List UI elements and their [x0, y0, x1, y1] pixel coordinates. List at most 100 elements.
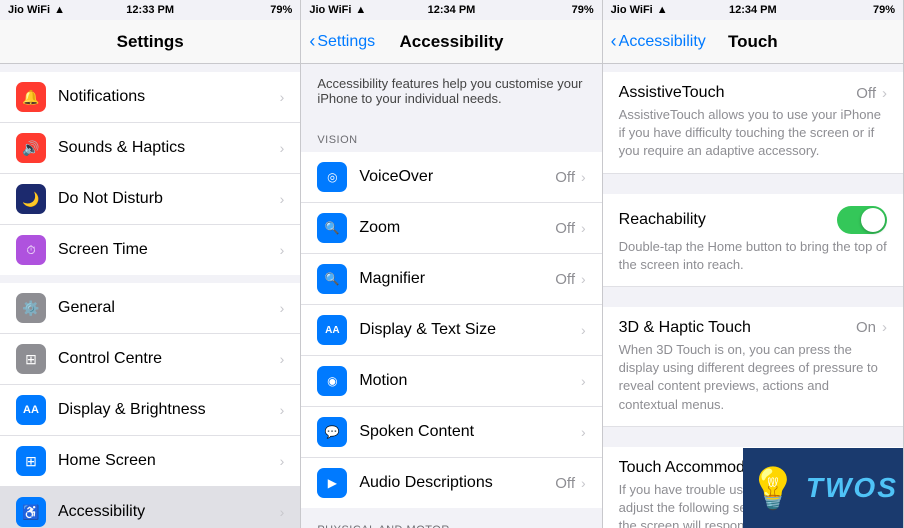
reachability-label: Reachability: [619, 211, 706, 229]
nav-title-3: Touch: [728, 32, 778, 52]
reachability-desc: Double-tap the Home button to bring the …: [619, 238, 887, 274]
spoken-label: Spoken Content: [359, 423, 581, 441]
settings-item-controlcentre[interactable]: ⊞ Control Centre ›: [0, 334, 300, 385]
voiceover-value: Off: [555, 169, 575, 186]
chevron-notifications: ›: [280, 89, 285, 105]
back-label-3: Accessibility: [619, 33, 706, 51]
chevron-screentime: ›: [280, 242, 285, 258]
settings-item-donotdisturb[interactable]: 🌙 Do Not Disturb ›: [0, 174, 300, 225]
status-right-1: 79%: [270, 4, 292, 16]
chevron-displaytext: ›: [581, 322, 586, 338]
chevron-zoom: ›: [581, 220, 586, 236]
battery-3: 79%: [873, 4, 895, 16]
screentime-label: Screen Time: [58, 241, 280, 259]
motion-label: Motion: [359, 372, 581, 390]
3dhaptic-item[interactable]: 3D & Haptic Touch On › When 3D Touch is …: [603, 307, 903, 427]
back-chevron-3: ‹: [611, 31, 617, 52]
assistivetouch-group: AssistiveTouch Off › AssistiveTouch allo…: [603, 72, 903, 174]
3dhaptic-value: On: [856, 319, 876, 336]
zoom-value: Off: [555, 220, 575, 237]
donotdisturb-label: Do Not Disturb: [58, 190, 280, 208]
accessibility-icon: ♿: [16, 497, 46, 527]
accessibility-label: Accessibility: [58, 503, 280, 521]
assistivetouch-value-wrap: Off ›: [856, 85, 887, 102]
settings-item-screentime[interactable]: ⏱ Screen Time ›: [0, 225, 300, 275]
controlcentre-label: Control Centre: [58, 350, 280, 368]
back-chevron-2: ‹: [309, 31, 315, 52]
sounds-icon: 🔊: [16, 133, 46, 163]
accessibility-item-spoken[interactable]: 💬 Spoken Content ›: [301, 407, 601, 458]
displaytext-icon: AA: [317, 315, 347, 345]
reachability-group: Reachability Double-tap the Home button …: [603, 194, 903, 287]
back-button-2[interactable]: ‹ Settings: [309, 31, 375, 52]
settings-group-1: 🔔 Notifications › 🔊 Sounds & Haptics › 🌙…: [0, 72, 300, 275]
controlcentre-icon: ⊞: [16, 344, 46, 374]
general-icon: ⚙️: [16, 293, 46, 323]
time-2: 12:34 PM: [428, 4, 476, 16]
audiodesc-icon: ▶: [317, 468, 347, 498]
chevron-display: ›: [280, 402, 285, 418]
back-label-2: Settings: [317, 33, 375, 51]
watermark-bulb-icon: 💡: [748, 465, 798, 512]
assistivetouch-desc: AssistiveTouch allows you to use your iP…: [619, 106, 887, 161]
settings-item-sounds[interactable]: 🔊 Sounds & Haptics ›: [0, 123, 300, 174]
spoken-icon: 💬: [317, 417, 347, 447]
audiodesc-value: Off: [555, 475, 575, 492]
time-3: 12:34 PM: [729, 4, 777, 16]
chevron-controlcentre: ›: [280, 351, 285, 367]
accessibility-item-displaytext[interactable]: AA Display & Text Size ›: [301, 305, 601, 356]
accessibility-item-motion[interactable]: ◉ Motion ›: [301, 356, 601, 407]
accessibility-item-voiceover[interactable]: ◎ VoiceOver Off ›: [301, 152, 601, 203]
display-icon: AA: [16, 395, 46, 425]
battery-2: 79%: [572, 4, 594, 16]
chevron-sounds: ›: [280, 140, 285, 156]
settings-item-accessibility[interactable]: ♿ Accessibility ›: [0, 487, 300, 528]
screentime-icon: ⏱: [16, 235, 46, 265]
reachability-knob: [861, 208, 885, 232]
accessibility-description: Accessibility features help you customis…: [301, 64, 601, 118]
chevron-voiceover: ›: [581, 169, 586, 185]
status-right-3: 79%: [873, 4, 895, 16]
nav-title-2: Accessibility: [400, 32, 504, 52]
voiceover-icon: ◎: [317, 162, 347, 192]
zoom-label: Zoom: [359, 219, 555, 237]
homescreen-icon: ⊞: [16, 446, 46, 476]
physical-header: PHYSICAL AND MOTOR: [301, 508, 601, 528]
magnifier-icon: 🔍: [317, 264, 347, 294]
nav-title-1: Settings: [117, 32, 184, 52]
watermark-text: TWOS: [806, 472, 898, 504]
homescreen-label: Home Screen: [58, 452, 280, 470]
accessibility-item-magnifier[interactable]: 🔍 Magnifier Off ›: [301, 254, 601, 305]
settings-item-general[interactable]: ⚙️ General ›: [0, 283, 300, 334]
assistivetouch-item[interactable]: AssistiveTouch Off › AssistiveTouch allo…: [603, 72, 903, 174]
accessibility-panel: Jio WiFi ▲ 12:34 PM 79% ‹ Settings Acces…: [301, 0, 602, 528]
display-label: Display & Brightness: [58, 401, 280, 419]
settings-group-2: ⚙️ General › ⊞ Control Centre › AA Displ…: [0, 283, 300, 528]
status-bar-3: Jio WiFi ▲ 12:34 PM 79%: [603, 0, 903, 20]
accessibility-item-audiodesc[interactable]: ▶ Audio Descriptions Off ›: [301, 458, 601, 508]
3dhaptic-value-wrap: On ›: [856, 319, 887, 336]
chevron-spoken: ›: [581, 424, 586, 440]
reachability-toggle[interactable]: [837, 206, 887, 234]
nav-bar-3: ‹ Accessibility Touch: [603, 20, 903, 64]
settings-item-notifications[interactable]: 🔔 Notifications ›: [0, 72, 300, 123]
carrier-3: Jio WiFi: [611, 4, 653, 16]
chevron-accessibility: ›: [280, 504, 285, 520]
magnifier-label: Magnifier: [359, 270, 555, 288]
3dhaptic-group: 3D & Haptic Touch On › When 3D Touch is …: [603, 307, 903, 427]
wifi-icon-2: ▲: [355, 4, 366, 16]
carrier-1: Jio WiFi: [8, 4, 50, 16]
accessibility-list: Accessibility features help you customis…: [301, 64, 601, 528]
carrier-2: Jio WiFi: [309, 4, 351, 16]
back-button-3[interactable]: ‹ Accessibility: [611, 31, 706, 52]
wifi-icon-3: ▲: [657, 4, 668, 16]
notifications-label: Notifications: [58, 88, 280, 106]
settings-item-display[interactable]: AA Display & Brightness ›: [0, 385, 300, 436]
3dhaptic-label: 3D & Haptic Touch: [619, 319, 751, 337]
status-left-3: Jio WiFi ▲: [611, 4, 668, 16]
settings-list: 🔔 Notifications › 🔊 Sounds & Haptics › 🌙…: [0, 64, 300, 528]
chevron-general: ›: [280, 300, 285, 316]
accessibility-item-zoom[interactable]: 🔍 Zoom Off ›: [301, 203, 601, 254]
settings-item-homescreen[interactable]: ⊞ Home Screen ›: [0, 436, 300, 487]
nav-bar-1: Settings: [0, 20, 300, 64]
